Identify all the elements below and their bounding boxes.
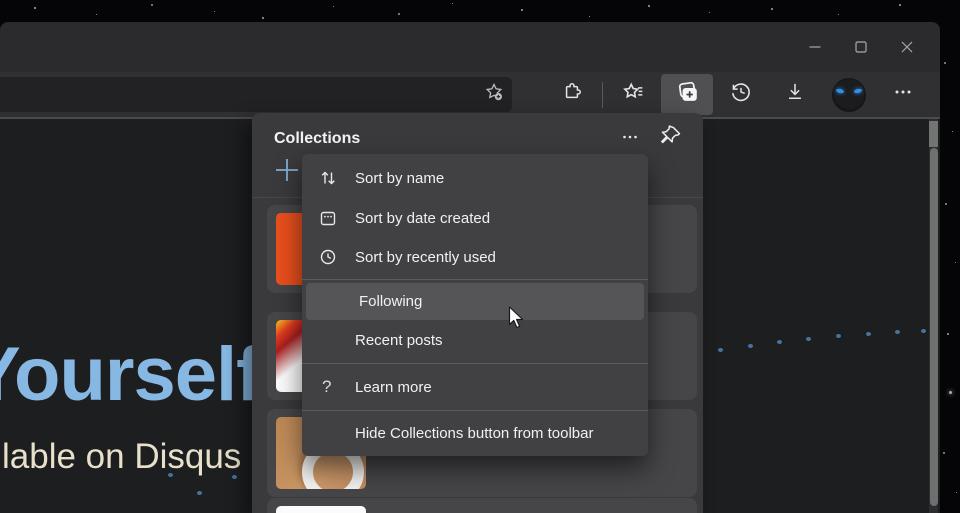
window-controls	[792, 22, 930, 72]
collections-panel-title: Collections	[274, 130, 360, 148]
menu-item-sort-by-name[interactable]: Sort by name	[302, 158, 648, 198]
menu-item-label: Learn more	[355, 379, 432, 396]
panel-pin-button[interactable]	[656, 123, 686, 153]
calendar-icon	[318, 208, 355, 228]
panel-more-options-button[interactable]	[616, 127, 644, 151]
favorites-star-list-icon	[619, 78, 647, 111]
titlebar[interactable]	[0, 22, 940, 72]
decorative-dot	[806, 337, 811, 341]
collections-button[interactable]	[661, 74, 713, 115]
page-headline: Yourself	[0, 331, 260, 418]
decorative-dot	[197, 491, 202, 495]
menu-item-label: Sort by date created	[355, 210, 490, 227]
decorative-dot	[866, 332, 871, 336]
profile-avatar	[832, 78, 866, 112]
extensions-button[interactable]	[550, 75, 594, 115]
page-scrollbar-thumb[interactable]	[930, 148, 938, 506]
clock-icon	[318, 247, 355, 267]
toolbar-icon-group	[545, 72, 930, 117]
decorative-dot	[836, 334, 841, 338]
menu-item-label: Sort by recently used	[355, 249, 496, 266]
sort-arrows-icon	[318, 168, 355, 188]
add-favorite-button[interactable]	[478, 79, 510, 110]
page-scrollbar-track-top	[929, 121, 938, 147]
close-button[interactable]	[884, 22, 930, 72]
add-favorite-star-icon	[482, 80, 506, 109]
mouse-cursor	[508, 306, 530, 335]
profile-button[interactable]	[827, 75, 871, 115]
downloads-button[interactable]	[773, 75, 817, 115]
menu-divider	[302, 363, 648, 364]
extensions-puzzle-icon	[559, 79, 585, 110]
plus-icon	[273, 156, 301, 189]
decorative-dot	[748, 344, 753, 348]
collections-context-menu: Sort by name Sort by date created Sort b…	[302, 154, 648, 456]
history-button[interactable]	[719, 75, 763, 115]
menu-item-label: Recent posts	[355, 332, 443, 349]
menu-divider	[302, 279, 648, 280]
start-new-collection-button[interactable]	[272, 157, 302, 187]
menu-item-following[interactable]: Following	[306, 283, 644, 320]
decorative-dot	[895, 330, 900, 334]
menu-item-recent-posts[interactable]: Recent posts	[302, 320, 648, 360]
menu-item-label: Hide Collections button from toolbar	[355, 425, 593, 442]
favorites-button[interactable]	[611, 75, 655, 115]
minimize-button[interactable]	[792, 22, 838, 72]
downloads-icon	[782, 79, 808, 110]
maximize-button[interactable]	[838, 22, 884, 72]
history-icon	[727, 78, 755, 111]
menu-divider	[302, 410, 648, 411]
browser-menu-button[interactable]	[881, 75, 925, 115]
decorative-dot	[168, 473, 173, 477]
menu-item-learn-more[interactable]: ? Learn more	[302, 367, 648, 407]
address-bar[interactable]	[0, 77, 512, 112]
menu-item-sort-by-date-created[interactable]: Sort by date created	[302, 198, 648, 238]
collections-icon	[673, 78, 701, 111]
menu-item-label: Following	[359, 293, 422, 310]
menu-item-label: Sort by name	[355, 170, 444, 187]
toolbar-divider	[602, 82, 603, 108]
menu-item-hide-collections-button[interactable]: Hide Collections button from toolbar	[302, 414, 648, 452]
browser-toolbar	[0, 72, 940, 117]
collection-thumbnail	[276, 506, 366, 513]
decorative-dot	[232, 475, 237, 479]
decorative-dot	[777, 340, 782, 344]
more-options-icon	[891, 80, 915, 109]
pin-icon	[658, 123, 684, 154]
more-options-icon	[620, 127, 640, 152]
decorative-dot	[718, 348, 723, 352]
page-subtext: lable on Disqus	[2, 437, 241, 477]
decorative-dot	[921, 329, 926, 333]
question-icon: ?	[318, 377, 355, 397]
collection-card[interactable]	[267, 498, 697, 513]
menu-item-sort-by-recently-used[interactable]: Sort by recently used	[302, 238, 648, 276]
